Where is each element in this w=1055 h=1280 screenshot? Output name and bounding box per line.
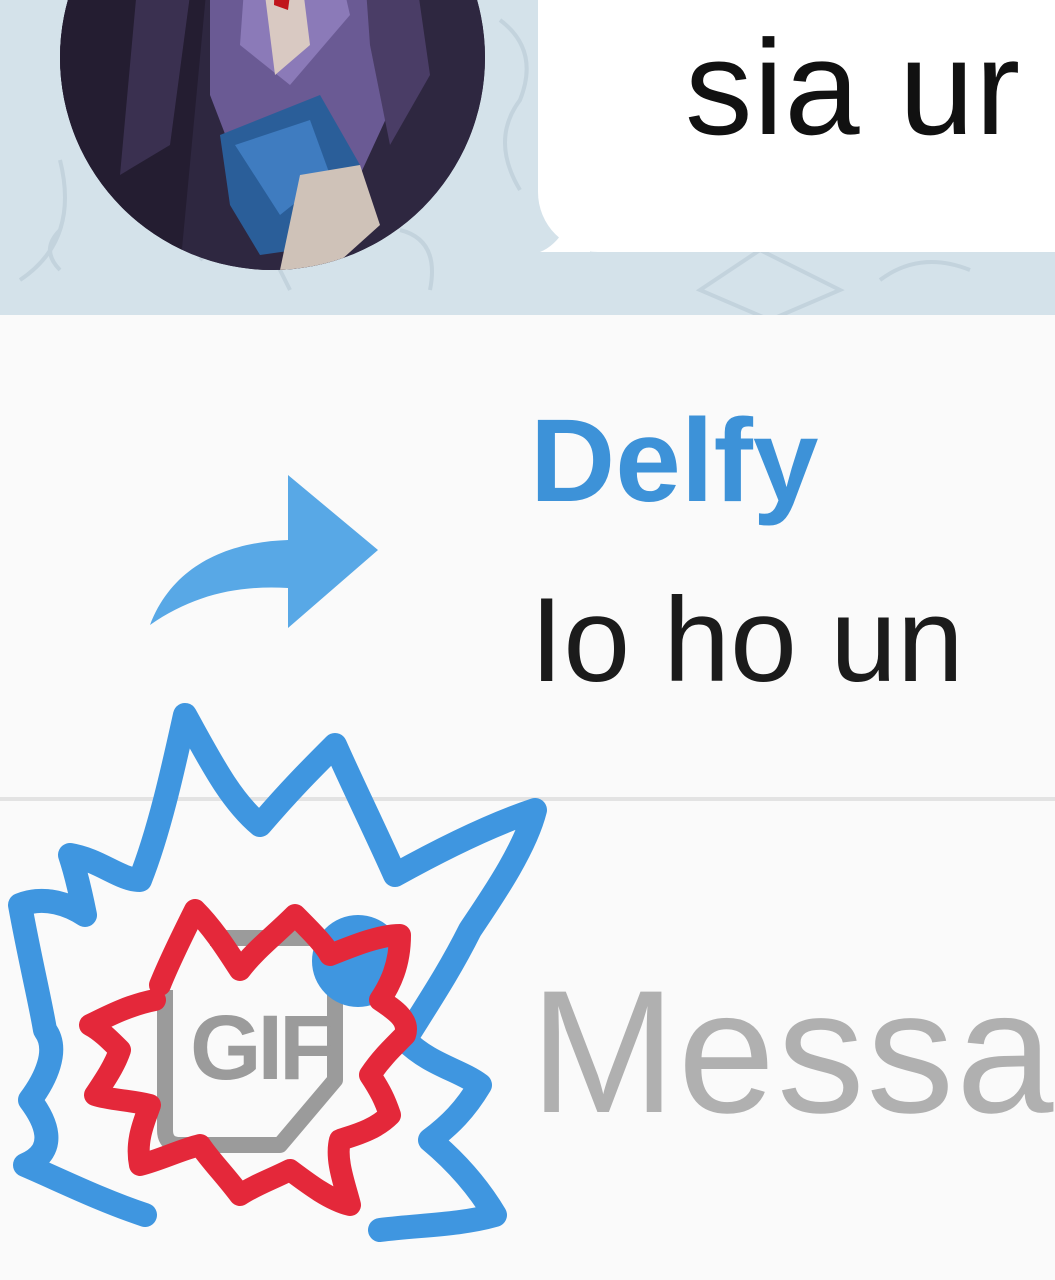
message-input[interactable]: Messa	[530, 965, 1055, 1140]
message-bubble-tail	[540, 180, 590, 252]
notification-dot	[312, 915, 404, 1007]
reply-message-text: Io ho un	[530, 573, 964, 707]
reply-arrow-icon	[150, 475, 378, 628]
message-text: sia ur	[685, 12, 1022, 163]
chat-area: sia ur	[0, 0, 1055, 315]
reply-author: Delfy	[530, 395, 819, 527]
gif-label: GIF	[190, 997, 335, 1099]
